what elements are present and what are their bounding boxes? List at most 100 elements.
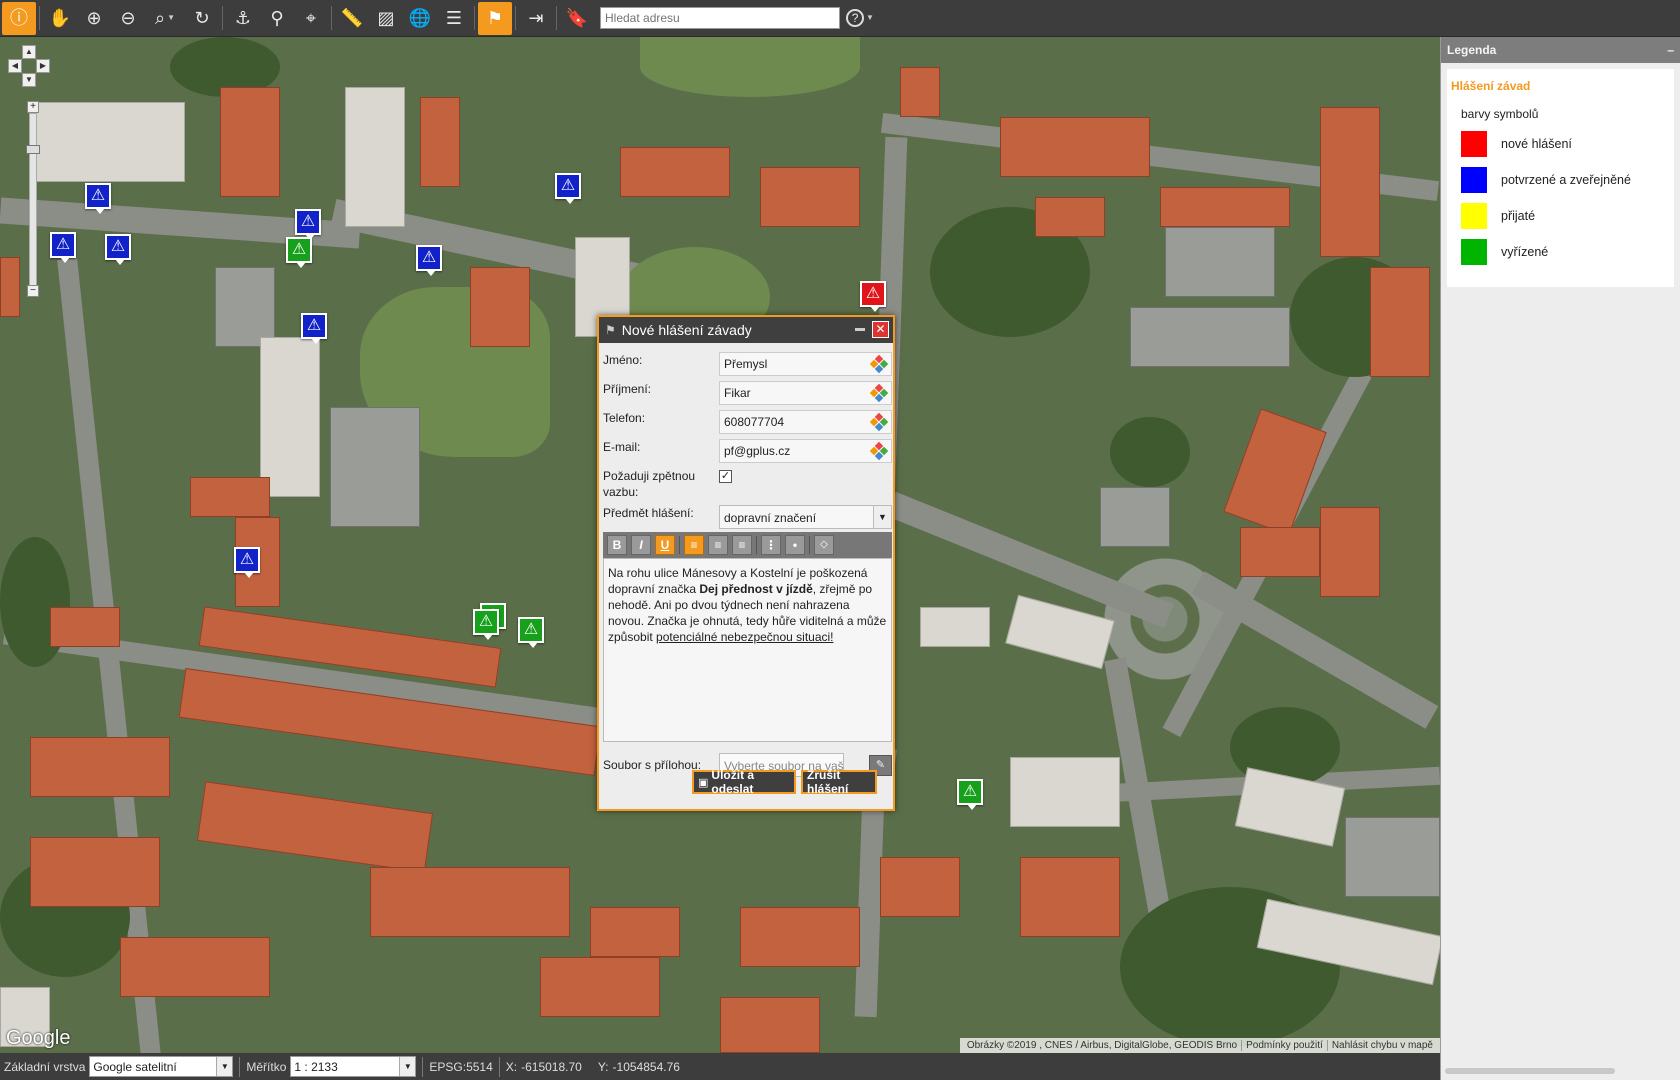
new-defect-report-dialog: ⚑ Nové hlášení závady ▬ ✕ Jméno: Přemysl… [597, 315, 895, 811]
cancel-report-button[interactable]: Zrušit hlášení [801, 768, 877, 796]
zoom-slider-handle[interactable] [26, 145, 40, 154]
building [1130, 307, 1290, 367]
warning-icon: ⚠ [90, 187, 106, 204]
defect-marker-confirmed[interactable]: ⚠ [301, 313, 327, 344]
refresh-icon: ↻ [194, 8, 210, 28]
autofill-icon[interactable] [869, 383, 889, 403]
zoom-out-small-button[interactable]: − [27, 285, 39, 297]
autofill-icon[interactable] [869, 354, 889, 374]
defect-marker-confirmed[interactable]: ⚠ [105, 234, 131, 265]
last-name-field[interactable]: Fikar [719, 381, 892, 405]
collapse-button[interactable]: – [1667, 43, 1674, 57]
align-center-button[interactable]: ≡ [708, 535, 728, 555]
pan-down-button[interactable]: ▼ [22, 73, 36, 87]
autofill-icon[interactable] [869, 441, 889, 461]
underline-button[interactable]: U [655, 535, 675, 555]
address-search-input[interactable] [600, 7, 840, 29]
terms-link[interactable]: Podmínky použití [1241, 1040, 1327, 1051]
pin-icon[interactable]: ▬ [855, 323, 865, 334]
building [50, 607, 120, 647]
subject-value: dopravní značení [724, 511, 817, 525]
align-right-button[interactable]: ≡ [732, 535, 752, 555]
first-name-value: Přemysl [724, 357, 768, 371]
feedback-checkbox[interactable]: ✓ [719, 470, 732, 483]
email-field[interactable]: pf@gplus.cz [719, 439, 892, 463]
gps-button[interactable]: ⌖ [294, 2, 328, 35]
defect-marker-confirmed[interactable]: ⚠ [85, 183, 111, 214]
measure-button[interactable]: 📏 [335, 2, 369, 35]
zoom-select-button[interactable]: ⌕ ▼ [145, 2, 185, 35]
autofill-icon[interactable] [869, 412, 889, 432]
area-button[interactable]: ▨ [369, 2, 403, 35]
zoom-in-button[interactable]: ⊕ [77, 2, 111, 35]
defect-marker-resolved[interactable]: ⚠ [473, 609, 499, 640]
email-value: pf@gplus.cz [724, 444, 791, 458]
building [260, 337, 320, 497]
bookmark-button[interactable]: 🔖 [560, 2, 594, 35]
defect-marker-resolved[interactable]: ⚠ [518, 617, 544, 648]
save-and-send-button[interactable]: ▣ Uložit a odeslat [692, 768, 796, 796]
defect-marker-resolved[interactable]: ⚠ [957, 779, 983, 810]
bullet-list-button[interactable]: • [785, 535, 805, 555]
building [30, 737, 170, 797]
phone-field[interactable]: 608077704 [719, 410, 892, 434]
defect-marker-new[interactable]: ⚠ [860, 281, 886, 312]
italic-button[interactable]: I [631, 535, 651, 555]
defect-marker-confirmed[interactable]: ⚠ [295, 209, 321, 240]
base-layer-select[interactable]: Google satelitní ▼ [89, 1056, 234, 1077]
dialog-titlebar[interactable]: ⚑ Nové hlášení závady ▬ ✕ [599, 317, 893, 343]
warning-icon: ⚠ [110, 238, 126, 255]
anchor-button[interactable]: ⚓ [226, 2, 260, 35]
map-attribution: Obrázky ©2019 , CNES / Airbus, DigitalGl… [959, 1038, 1440, 1053]
report-map-error-link[interactable]: Nahlásit chybu v mapě [1326, 1040, 1437, 1051]
tree [0, 537, 70, 667]
chevron-down-icon: ▼ [866, 13, 874, 22]
legend-scrollbar[interactable] [1445, 1068, 1615, 1074]
subject-select[interactable]: dopravní značení ▼ [719, 505, 892, 529]
legend-item-label: potvrzené a zveřejněné [1501, 173, 1631, 187]
help-button[interactable]: ? ▼ [840, 2, 880, 35]
pan-right-button[interactable]: ▶ [36, 59, 50, 73]
main-toolbar: ⓘ ✋ ⊕ ⊖ ⌕▼ ↻ ⚓ ⚲ ⌖ 📏 ▨ 🌐 ☰ ⚑ ⇥ 🔖 ?▼ [0, 0, 1680, 37]
building [1020, 857, 1120, 937]
ordered-list-button[interactable]: ⋮ [761, 535, 781, 555]
info-button[interactable]: ⓘ [2, 1, 36, 35]
scale-select[interactable]: 1 : 2133 ▼ [290, 1056, 417, 1077]
legend-swatch-red [1461, 131, 1487, 157]
zoom-out-button[interactable]: ⊖ [111, 2, 145, 35]
close-button[interactable]: ✕ [872, 321, 889, 338]
building [470, 267, 530, 347]
pan-button[interactable]: ✋ [43, 2, 77, 35]
align-left-button[interactable]: ≡ [684, 535, 704, 555]
defect-marker-confirmed[interactable]: ⚠ [50, 232, 76, 263]
area-icon: ▨ [377, 8, 395, 28]
defect-marker-confirmed[interactable]: ⚠ [416, 245, 442, 276]
building [760, 167, 860, 227]
list-button[interactable]: ☰ [437, 2, 471, 35]
location-button[interactable]: ⚲ [260, 2, 294, 35]
description-editor[interactable]: Na rohu ulice Mánesovy a Kostelní je poš… [603, 558, 892, 742]
magnifier-icon: ⌕ [154, 8, 166, 28]
zoom-slider[interactable] [29, 113, 37, 293]
first-name-field[interactable]: Přemysl [719, 352, 892, 376]
defect-marker-resolved[interactable]: ⚠ [286, 237, 312, 268]
pan-left-button[interactable]: ◀ [8, 59, 22, 73]
pencil-icon: ✎ [875, 759, 886, 771]
zoom-in-small-button[interactable]: + [27, 101, 39, 113]
legend-item: vyřízené [1447, 239, 1674, 265]
globe-button[interactable]: 🌐 [403, 2, 437, 35]
last-name-label: Příjmení: [603, 382, 652, 396]
building [1000, 117, 1150, 177]
source-code-button[interactable]: ◇ [814, 535, 834, 555]
refresh-button[interactable]: ↻ [185, 2, 219, 35]
defect-marker-confirmed[interactable]: ⚠ [555, 173, 581, 204]
defect-marker-confirmed[interactable]: ⚠ [234, 547, 260, 578]
pan-up-button[interactable]: ▲ [22, 45, 36, 59]
building [540, 957, 660, 1017]
feedback-row: Požaduji zpětnou vazbu: ✓ [603, 468, 889, 500]
warning-icon: ⚠ [55, 236, 71, 253]
login-button[interactable]: ⇥ [519, 2, 553, 35]
report-defect-button[interactable]: ⚑ [478, 1, 512, 35]
bold-button[interactable]: B [607, 535, 627, 555]
building [900, 67, 940, 117]
